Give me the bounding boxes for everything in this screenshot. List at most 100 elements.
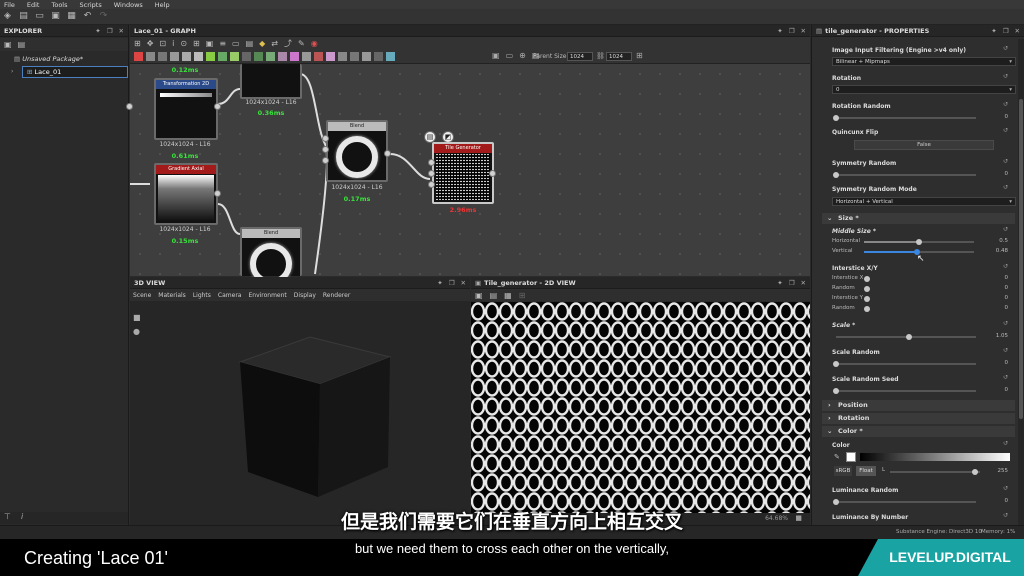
warp-node-icon[interactable] bbox=[362, 52, 371, 61]
reset-icon[interactable]: ↺ bbox=[1003, 101, 1008, 108]
align-icon[interactable]: ≡ bbox=[219, 39, 226, 48]
color-section[interactable]: ⌄ Color * bbox=[822, 426, 1015, 437]
interstice-x-value[interactable]: 0 bbox=[978, 275, 1009, 281]
color-value[interactable]: 255 bbox=[978, 468, 1009, 474]
zoom-icon[interactable]: ⊙ bbox=[180, 39, 187, 48]
pin-icon[interactable]: ✦ bbox=[437, 279, 442, 287]
random1-value[interactable]: 0 bbox=[978, 285, 1009, 291]
input-port[interactable] bbox=[322, 135, 329, 142]
reset-icon[interactable]: ↺ bbox=[1003, 263, 1008, 270]
reset-icon[interactable]: ↺ bbox=[1003, 45, 1008, 52]
menu-help[interactable]: Help bbox=[155, 1, 170, 9]
random2-value[interactable]: 0 bbox=[978, 305, 1009, 311]
open-folder-icon[interactable]: ▭ bbox=[34, 11, 45, 22]
copy-icon[interactable]: ▦ bbox=[504, 291, 512, 300]
blend-node-icon[interactable] bbox=[134, 52, 143, 61]
scale-seed-slider[interactable] bbox=[836, 390, 976, 392]
save-all-icon[interactable]: ▦ bbox=[66, 11, 77, 22]
channels-node-icon[interactable] bbox=[158, 52, 167, 61]
input-port[interactable] bbox=[428, 181, 435, 188]
rotation-section[interactable]: › Rotation bbox=[822, 413, 1015, 424]
tile-generator-node[interactable]: Tile Generator bbox=[432, 142, 494, 204]
frame-icon[interactable]: ▭ bbox=[232, 39, 240, 48]
slider-knob[interactable] bbox=[833, 361, 839, 367]
move-icon[interactable]: ✥ bbox=[147, 39, 154, 48]
slider-knob[interactable] bbox=[906, 334, 912, 340]
menu-file[interactable]: File bbox=[4, 1, 15, 9]
float-icon[interactable]: ❐ bbox=[449, 279, 455, 287]
link-icon[interactable]: ⇄ bbox=[271, 39, 278, 48]
slider-knob[interactable] bbox=[864, 286, 870, 292]
close-icon[interactable]: ✕ bbox=[801, 279, 806, 287]
new-package-icon[interactable]: ▤ bbox=[18, 11, 29, 22]
node-icon[interactable]: ▣ bbox=[206, 39, 214, 48]
input-port[interactable] bbox=[126, 103, 133, 110]
output-port[interactable] bbox=[214, 190, 221, 197]
scale-value[interactable]: 1.05 bbox=[978, 333, 1008, 339]
pin-icon[interactable]: ✦ bbox=[777, 279, 782, 287]
directional-warp-icon[interactable] bbox=[182, 52, 191, 61]
slider-knob[interactable] bbox=[833, 499, 839, 505]
new-graph-icon[interactable]: ◈ bbox=[2, 11, 13, 22]
expand-arrow-icon[interactable]: › bbox=[11, 68, 13, 75]
fit-icon[interactable]: ⊡ bbox=[159, 39, 166, 48]
color-gradient-bar[interactable] bbox=[860, 453, 1010, 461]
info-icon[interactable]: i bbox=[172, 39, 174, 48]
menu-renderer[interactable]: Renderer bbox=[323, 292, 350, 299]
input-port[interactable] bbox=[322, 146, 329, 153]
slider-knob[interactable] bbox=[864, 276, 870, 282]
size-section[interactable]: ⌄ Size * bbox=[822, 213, 1015, 224]
close-icon[interactable]: ✕ bbox=[119, 27, 124, 35]
blend-node-2[interactable]: Blend bbox=[240, 227, 302, 285]
input-port[interactable] bbox=[428, 159, 435, 166]
resize-icon[interactable]: ⊞ bbox=[636, 51, 643, 60]
reset-icon[interactable]: ↺ bbox=[1003, 73, 1008, 80]
reset-icon[interactable]: ↺ bbox=[1003, 347, 1008, 354]
input-node-icon[interactable] bbox=[374, 52, 383, 61]
save-icon[interactable]: ▣ bbox=[50, 11, 61, 22]
input-port[interactable] bbox=[322, 157, 329, 164]
float-icon[interactable]: ❐ bbox=[107, 27, 113, 35]
close-icon[interactable]: ✕ bbox=[1015, 27, 1020, 35]
save-image-icon[interactable]: ▤ bbox=[490, 291, 498, 300]
text-node-icon[interactable] bbox=[326, 52, 335, 61]
reset-icon[interactable]: ↺ bbox=[1003, 127, 1008, 134]
light-icon[interactable]: ● bbox=[133, 327, 140, 336]
symmetry-random-slider[interactable] bbox=[836, 174, 976, 176]
curve-node-icon[interactable] bbox=[170, 52, 179, 61]
new-item-icon[interactable]: ▤ bbox=[18, 40, 26, 49]
menu-tools[interactable]: Tools bbox=[51, 1, 67, 9]
horizontal-value[interactable]: 0.5 bbox=[978, 238, 1008, 244]
levels-node-icon[interactable] bbox=[254, 52, 263, 61]
menu-edit[interactable]: Edit bbox=[27, 1, 40, 9]
luminance-random-slider[interactable] bbox=[836, 501, 976, 503]
scale-random-value[interactable]: 0 bbox=[978, 360, 1009, 366]
float-icon[interactable]: ❐ bbox=[789, 279, 795, 287]
menu-display[interactable]: Display bbox=[294, 292, 316, 299]
vertical-value[interactable]: 0.48 bbox=[978, 248, 1008, 254]
hsl-node-icon[interactable] bbox=[242, 52, 251, 61]
comment-icon[interactable]: ▤ bbox=[246, 39, 254, 48]
emboss-node-icon[interactable] bbox=[206, 52, 215, 61]
pixel-processor-icon[interactable] bbox=[278, 52, 287, 61]
scrollbar-thumb[interactable] bbox=[1019, 99, 1023, 419]
comment-icon[interactable]: ▣ bbox=[492, 51, 500, 60]
package-name[interactable]: ▤ Unsaved Package* bbox=[14, 55, 83, 63]
reset-icon[interactable]: ↺ bbox=[1003, 374, 1008, 381]
3d-cube[interactable] bbox=[230, 332, 400, 502]
pin-node-icon[interactable]: ⤴ bbox=[284, 38, 292, 49]
rotation-random-slider[interactable] bbox=[836, 117, 976, 119]
float-icon[interactable]: ❐ bbox=[1003, 27, 1009, 35]
transformation-2d-node[interactable]: Transformation 2D bbox=[154, 78, 218, 140]
gradient-axial-node[interactable]: Gradient Axial bbox=[154, 163, 218, 225]
slider-knob[interactable] bbox=[833, 388, 839, 394]
blur-node-icon[interactable] bbox=[146, 52, 155, 61]
menu-lights[interactable]: Lights bbox=[193, 292, 211, 299]
reset-icon[interactable]: ↺ bbox=[1003, 320, 1008, 327]
filtering-dropdown[interactable]: Bilinear + Mipmaps bbox=[832, 57, 1016, 66]
pin-icon[interactable]: ⊕ bbox=[519, 51, 526, 60]
normal-node-icon[interactable] bbox=[266, 52, 275, 61]
scrollbar[interactable] bbox=[1018, 39, 1024, 525]
symmetry-mode-dropdown[interactable]: Horizontal + Vertical bbox=[832, 197, 1016, 206]
camera-icon[interactable]: ■ bbox=[133, 313, 141, 322]
